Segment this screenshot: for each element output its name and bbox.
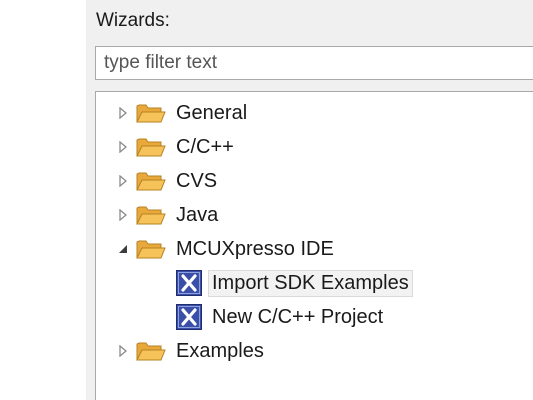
tree-item-label: MCUXpresso IDE xyxy=(176,237,334,260)
tree-item-label: Examples xyxy=(176,339,264,362)
folder-open-icon xyxy=(136,238,166,260)
tree-item-c-cpp[interactable]: C/C++ xyxy=(113,132,238,162)
tree-item-general[interactable]: General xyxy=(113,98,251,128)
mcuxpresso-wizard-icon xyxy=(176,270,202,296)
tree-item-mcuxpresso-ide[interactable]: MCUXpresso IDE xyxy=(113,234,338,264)
tree-item-label: New C/C++ Project xyxy=(212,305,384,328)
tree-item-label: Java xyxy=(176,203,219,226)
wizard-tree: General C/C++ CVS Java MCUXpresso IDE Im… xyxy=(95,91,533,400)
expand-arrow-icon[interactable] xyxy=(113,171,133,191)
tree-item-label: C/C++ xyxy=(176,135,234,158)
expand-arrow-icon[interactable] xyxy=(113,341,133,361)
tree-item-label: Import SDK Examples xyxy=(208,269,413,297)
wizards-label: Wizards: xyxy=(96,10,170,31)
folder-icon xyxy=(136,102,166,124)
tree-item-examples[interactable]: Examples xyxy=(113,336,268,366)
filter-input[interactable] xyxy=(95,46,533,80)
expand-arrow-icon[interactable] xyxy=(113,205,133,225)
tree-item-label: General xyxy=(176,101,248,124)
folder-icon xyxy=(136,204,166,226)
expand-arrow-icon[interactable] xyxy=(113,103,133,123)
folder-icon xyxy=(136,340,166,362)
tree-item-cvs[interactable]: CVS xyxy=(113,166,221,196)
tree-item-label: CVS xyxy=(176,169,218,192)
tree-item-import-sdk-examples[interactable]: Import SDK Examples xyxy=(176,268,413,298)
folder-icon xyxy=(136,170,166,192)
mcuxpresso-wizard-icon xyxy=(176,304,202,330)
collapse-arrow-icon[interactable] xyxy=(113,239,133,259)
folder-icon xyxy=(136,136,166,158)
wizard-selection-panel: Wizards: General C/C++ xyxy=(86,0,533,400)
expand-arrow-icon[interactable] xyxy=(113,137,133,157)
tree-item-new-c-cpp-project[interactable]: New C/C++ Project xyxy=(176,302,387,332)
tree-item-java[interactable]: Java xyxy=(113,200,222,230)
